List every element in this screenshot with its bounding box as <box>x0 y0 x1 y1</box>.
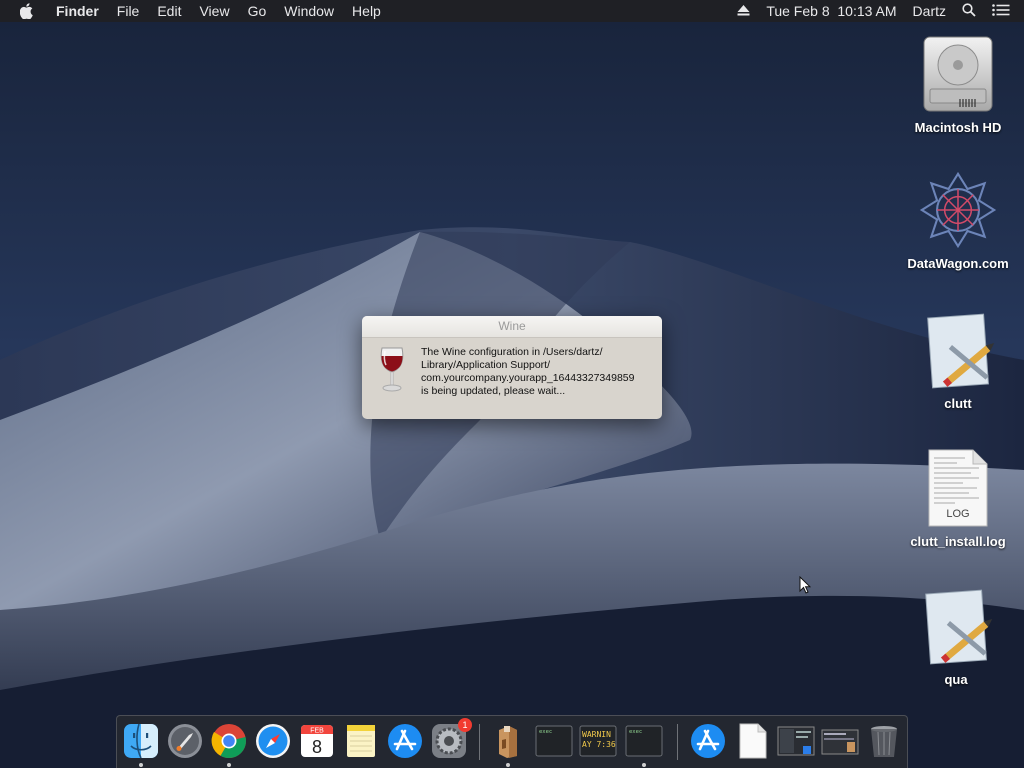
terminal-text: exec <box>629 729 642 735</box>
running-indicator <box>506 763 510 767</box>
app-store-icon <box>388 724 422 758</box>
notification-badge: 1 <box>458 718 472 732</box>
menu-go[interactable]: Go <box>248 3 267 19</box>
desktop-icon-qua[interactable]: qua <box>896 584 1016 687</box>
chrome-icon <box>211 724 246 758</box>
dock-trash[interactable] <box>865 722 903 760</box>
desktop-icon-label: DataWagon.com <box>907 256 1009 271</box>
wine-app-icon <box>499 726 517 758</box>
running-indicator <box>642 763 646 767</box>
running-indicator <box>139 763 143 767</box>
clock[interactable]: Tue Feb 8 10:13 AM <box>766 3 896 19</box>
message-line: Library/Application Support/ <box>421 359 550 371</box>
dock-screenshot-2[interactable] <box>821 722 859 760</box>
eject-icon[interactable] <box>737 3 750 19</box>
dock-system-preferences[interactable]: 1 <box>430 718 472 760</box>
finder-icon <box>124 723 158 759</box>
terminal-exec-icon: exec <box>625 725 663 757</box>
launchpad-icon <box>168 724 202 758</box>
user-menu[interactable]: Dartz <box>913 3 946 19</box>
dock-terminal-exec-1[interactable]: exec <box>535 722 573 760</box>
notes-icon <box>347 725 375 757</box>
menu-edit[interactable]: Edit <box>157 3 181 19</box>
wine-dialog: Wine The Wine configuration in /Users/da… <box>362 316 662 419</box>
message-line: com.yourcompany.yourapp_16443327349859 <box>421 372 635 384</box>
mouse-pointer-icon <box>799 576 811 594</box>
dock-wine[interactable] <box>489 722 527 760</box>
hard-drive-icon <box>918 32 998 116</box>
spotlight-search-icon[interactable] <box>962 2 976 20</box>
dock-separator <box>677 724 678 760</box>
screenshot-icon <box>777 726 815 756</box>
terminal-text: exec <box>539 729 552 735</box>
calendar-day: 8 <box>312 737 322 757</box>
message-line: is being updated, please wait... <box>421 385 566 397</box>
message-line: The Wine configuration in /Users/dartz/ <box>421 346 603 358</box>
dock-app-store-folder[interactable] <box>689 722 727 760</box>
desktop-icon-label: clutt_install.log <box>910 534 1006 549</box>
datawagon-logo-icon <box>918 168 998 252</box>
app-store-folder-icon <box>691 724 725 758</box>
desktop-icon-label: qua <box>944 672 968 687</box>
app-document-icon <box>918 308 998 392</box>
dock-terminal-exec-2[interactable]: exec <box>625 722 663 760</box>
running-indicator <box>227 763 231 767</box>
desktop-icon-clutt[interactable]: clutt <box>898 308 1018 411</box>
document-icon <box>739 723 767 759</box>
notification-center-icon[interactable] <box>992 3 1010 19</box>
menu-view[interactable]: View <box>199 3 229 19</box>
desktop-icon-macintosh-hd[interactable]: Macintosh HD <box>898 32 1018 135</box>
terminal-exec-icon: exec <box>535 725 573 757</box>
dock-separator <box>479 724 480 760</box>
menu-extras: Tue Feb 8 10:13 AM Dartz <box>737 2 1024 20</box>
trash-icon <box>871 726 897 757</box>
dock-launchpad[interactable] <box>166 722 204 760</box>
app-document-icon <box>916 584 996 668</box>
apple-icon[interactable] <box>20 3 38 19</box>
desktop-icon-label: Macintosh HD <box>914 120 1002 135</box>
dock-console[interactable]: WARNIN AY 7:36 <box>579 722 617 760</box>
console-warning-icon: WARNIN AY 7:36 <box>579 725 617 757</box>
menu-help[interactable]: Help <box>352 3 381 19</box>
log-file-icon: LOG <box>918 446 998 530</box>
dock-notes[interactable] <box>342 722 380 760</box>
menu-window[interactable]: Window <box>284 3 334 19</box>
menu-bar: Finder File Edit View Go Window Help Tue… <box>0 0 1024 22</box>
calendar-icon: FEB 8 <box>301 725 333 757</box>
calendar-month: FEB <box>310 728 324 735</box>
dock-document[interactable] <box>733 722 771 760</box>
wine-glass-icon <box>380 347 404 392</box>
dock-finder[interactable] <box>122 722 160 760</box>
dialog-title[interactable]: Wine <box>362 316 662 338</box>
dock-app-store[interactable] <box>386 722 424 760</box>
desktop-icon-datawagon[interactable]: DataWagon.com <box>898 168 1018 271</box>
dialog-body: The Wine configuration in /Users/dartz/ … <box>362 338 662 398</box>
log-badge: LOG <box>946 508 970 520</box>
desktop-icon-clutt-install-log[interactable]: LOG clutt_install.log <box>898 446 1018 549</box>
dock-calendar[interactable]: FEB 8 <box>298 722 336 760</box>
dialog-message: The Wine configuration in /Users/dartz/ … <box>421 346 634 398</box>
dock: FEB 8 1 exec WARNIN AY 7:36 exec <box>116 715 908 768</box>
dock-chrome[interactable] <box>210 722 248 760</box>
desktop-icon-label: clutt <box>944 396 972 411</box>
console-warning-text: WARNIN <box>582 730 611 739</box>
screenshot-icon <box>821 729 859 755</box>
menu-finder[interactable]: Finder <box>56 3 99 19</box>
menu-file[interactable]: File <box>117 3 140 19</box>
dock-screenshot-1[interactable] <box>777 722 815 760</box>
safari-icon <box>256 724 290 758</box>
dock-safari[interactable] <box>254 722 292 760</box>
console-time-text: AY 7:36 <box>582 740 616 749</box>
